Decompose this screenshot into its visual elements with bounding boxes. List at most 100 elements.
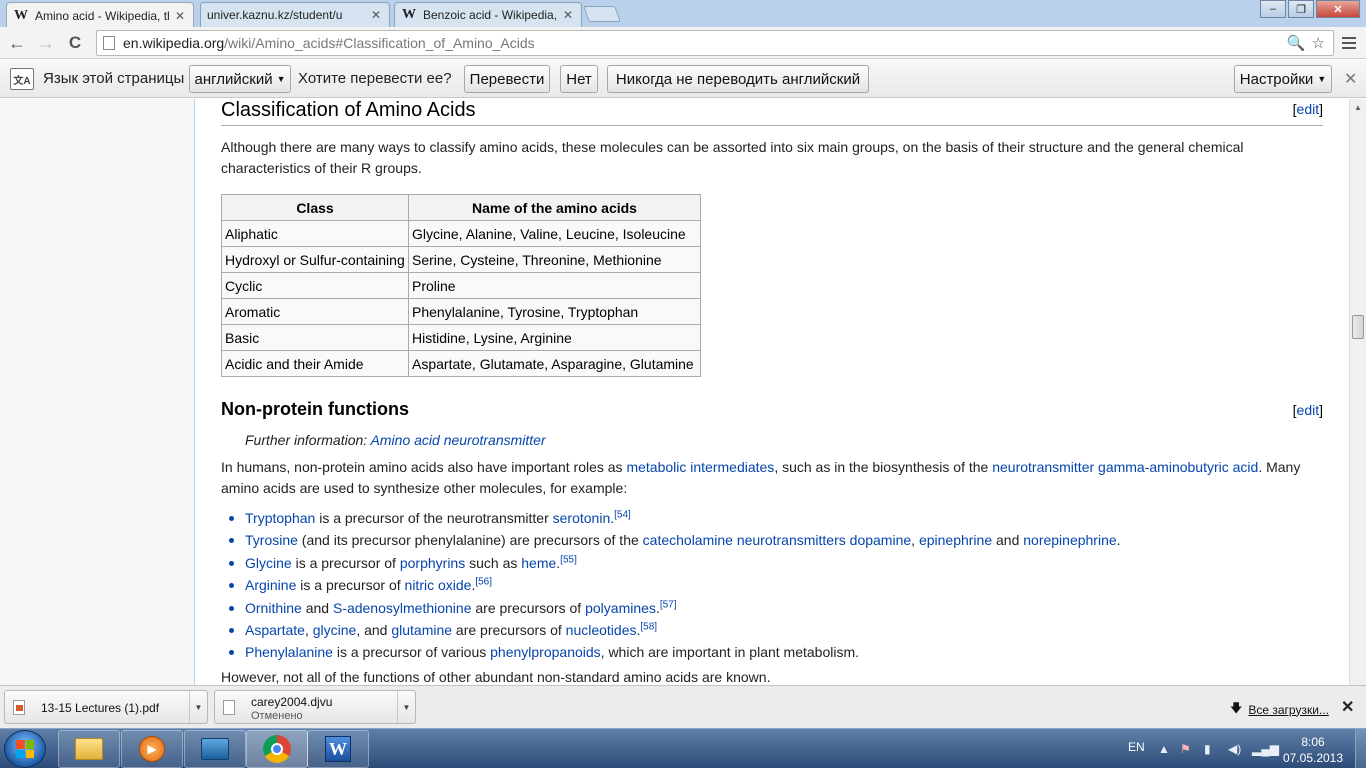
- download-item-pdf[interactable]: 13-15 Lectures (1).pdf ▼: [4, 690, 208, 724]
- tab-univer-kaznu[interactable]: univer.kaznu.kz/student/u ✕: [200, 2, 390, 27]
- show-hidden-icons-icon[interactable]: ▲: [1158, 742, 1170, 756]
- closing-paragraph: However, not all of the functions of oth…: [221, 669, 771, 685]
- wiki-link[interactable]: polyamines: [585, 600, 656, 616]
- wiki-link[interactable]: Ornithine: [245, 600, 302, 616]
- chevron-down-icon[interactable]: ▼: [189, 691, 207, 723]
- maximize-button[interactable]: ❐: [1288, 0, 1314, 18]
- signal-icon[interactable]: ▂▄▆: [1252, 742, 1279, 756]
- taskbar-explorer[interactable]: [58, 730, 120, 768]
- taskbar-mail[interactable]: [184, 730, 246, 768]
- vertical-scrollbar[interactable]: ▲: [1349, 99, 1366, 685]
- wiki-link[interactable]: nitric oxide: [405, 577, 472, 593]
- wiki-link[interactable]: norepinephrine: [1023, 532, 1116, 548]
- wiki-link[interactable]: glutamine: [391, 622, 452, 638]
- tab-title: univer.kaznu.kz/student/u: [207, 8, 343, 22]
- wiki-link[interactable]: Phenylalanine: [245, 644, 333, 660]
- clock[interactable]: 8:06 07.05.2013: [1278, 734, 1348, 766]
- windows-taskbar: ▶ W EN ▲ ⚑ ▮ ◀) ▂▄▆ 8:06 07.05.2013: [0, 728, 1366, 768]
- reload-button[interactable]: C: [63, 32, 87, 54]
- class-cell: Cyclic: [221, 272, 409, 299]
- no-button[interactable]: Нет: [560, 65, 598, 93]
- download-item-djvu[interactable]: carey2004.djvu Отменено ▼: [214, 690, 416, 724]
- download-name: 13-15 Lectures (1).pdf: [41, 701, 160, 715]
- wikipedia-favicon-icon: W: [402, 7, 416, 22]
- tab-amino-acid[interactable]: W Amino acid - Wikipedia, th ✕: [6, 2, 194, 28]
- wiki-link[interactable]: serotonin: [553, 510, 611, 526]
- never-translate-button[interactable]: Никогда не переводить английский: [607, 65, 869, 93]
- scroll-up-icon[interactable]: ▲: [1354, 103, 1362, 112]
- start-button[interactable]: [4, 730, 46, 768]
- citation-link[interactable]: [58]: [640, 621, 657, 632]
- further-link[interactable]: Amino acid neurotransmitter: [371, 432, 546, 448]
- citation: [58]: [640, 621, 657, 632]
- translate-button[interactable]: Перевести: [464, 65, 550, 93]
- table-row: Basic Histidine, Lysine, Arginine: [221, 324, 701, 351]
- amino-acids-cell: Glycine, Alanine, Valine, Leucine, Isole…: [408, 220, 701, 247]
- wiki-link[interactable]: Tyrosine: [245, 532, 298, 548]
- tab-close-icon[interactable]: ✕: [369, 8, 383, 22]
- wiki-link[interactable]: phenylpropanoids: [490, 644, 601, 660]
- wiki-link[interactable]: nucleotides: [566, 622, 637, 638]
- wiki-link[interactable]: Glycine: [245, 555, 292, 571]
- table-header: Name of the amino acids: [408, 194, 701, 221]
- language-indicator[interactable]: EN: [1128, 740, 1145, 754]
- forward-button[interactable]: →: [34, 32, 58, 54]
- minimize-button[interactable]: –: [1260, 0, 1286, 18]
- close-shelf-icon[interactable]: ✕: [1341, 697, 1354, 717]
- link-metabolic-intermediates[interactable]: metabolic intermediates: [626, 459, 774, 475]
- windows-logo-icon: [16, 740, 34, 758]
- para-text: , such as in the biosynthesis of the: [774, 459, 993, 475]
- taskbar-chrome[interactable]: [246, 730, 308, 768]
- citation-link[interactable]: [57]: [660, 599, 677, 610]
- settings-button[interactable]: Настройки ▼: [1234, 65, 1332, 93]
- language-select[interactable]: английский ▼: [189, 65, 291, 93]
- wiki-link[interactable]: dopamine: [850, 532, 912, 548]
- edit-label[interactable]: edit: [1297, 402, 1320, 418]
- wiki-link[interactable]: Aspartate: [245, 622, 305, 638]
- tab-benzoic-acid[interactable]: W Benzoic acid - Wikipedia, t ✕: [394, 2, 582, 27]
- wiki-link[interactable]: heme: [521, 555, 556, 571]
- zoom-icon[interactable]: 🔍: [1287, 34, 1306, 52]
- bookmark-star-icon[interactable]: ☆: [1312, 34, 1325, 52]
- citation-link[interactable]: [55]: [560, 554, 577, 565]
- taskbar-word[interactable]: W: [307, 730, 369, 768]
- power-icon[interactable]: ▮: [1204, 742, 1211, 756]
- close-translate-bar-icon[interactable]: ✕: [1344, 69, 1357, 89]
- volume-icon[interactable]: ◀): [1228, 742, 1241, 756]
- wiki-link[interactable]: epinephrine: [919, 532, 992, 548]
- wiki-link[interactable]: catecholamine: [643, 532, 733, 548]
- citation-link[interactable]: [54]: [614, 509, 631, 520]
- taskbar-media-player[interactable]: ▶: [121, 730, 183, 768]
- chevron-down-icon[interactable]: ▼: [397, 691, 415, 723]
- all-downloads-label[interactable]: Все загрузки...: [1248, 703, 1329, 717]
- back-button[interactable]: ←: [5, 32, 29, 54]
- network-error-icon[interactable]: ⚑: [1180, 742, 1191, 756]
- new-tab-button[interactable]: [583, 6, 621, 22]
- table-row: Acidic and their Amide Aspartate, Glutama…: [221, 350, 701, 377]
- show-desktop-button[interactable]: [1355, 729, 1366, 768]
- wiki-link[interactable]: Tryptophan: [245, 510, 315, 526]
- link-gaba[interactable]: neurotransmitter gamma-aminobutyric acid: [992, 459, 1258, 475]
- wiki-link[interactable]: S-adenosylmethionine: [333, 600, 472, 616]
- citation: [57]: [660, 599, 677, 610]
- scrollbar-thumb[interactable]: [1352, 315, 1364, 339]
- edit-label[interactable]: edit: [1297, 101, 1320, 117]
- wiki-link[interactable]: Arginine: [245, 577, 296, 593]
- list-text: such as: [465, 554, 522, 571]
- all-downloads-link[interactable]: 🡇 Все загрузки...: [1230, 699, 1329, 720]
- edit-section-link[interactable]: [edit]: [1293, 402, 1323, 418]
- list-text: .: [1116, 532, 1121, 549]
- tab-close-icon[interactable]: ✕: [173, 9, 187, 23]
- wiki-link[interactable]: porphyrins: [400, 555, 465, 571]
- amino-acids-cell: Proline: [408, 272, 701, 299]
- close-window-button[interactable]: ✕: [1316, 0, 1360, 18]
- tab-close-icon[interactable]: ✕: [561, 8, 575, 22]
- wiki-link[interactable]: glycine: [313, 622, 357, 638]
- url-path: /wiki/Amino_acids#Classification_of_Amin…: [224, 35, 535, 51]
- edit-section-link[interactable]: [edit]: [1293, 101, 1323, 117]
- url-host: en.wikipedia.org: [123, 35, 225, 51]
- menu-icon[interactable]: [1339, 33, 1359, 53]
- citation-link[interactable]: [56]: [475, 577, 492, 588]
- wiki-link[interactable]: neurotransmitters: [737, 532, 846, 548]
- address-bar[interactable]: en.wikipedia.org/wiki/Amino_acids#Classi…: [96, 30, 1334, 56]
